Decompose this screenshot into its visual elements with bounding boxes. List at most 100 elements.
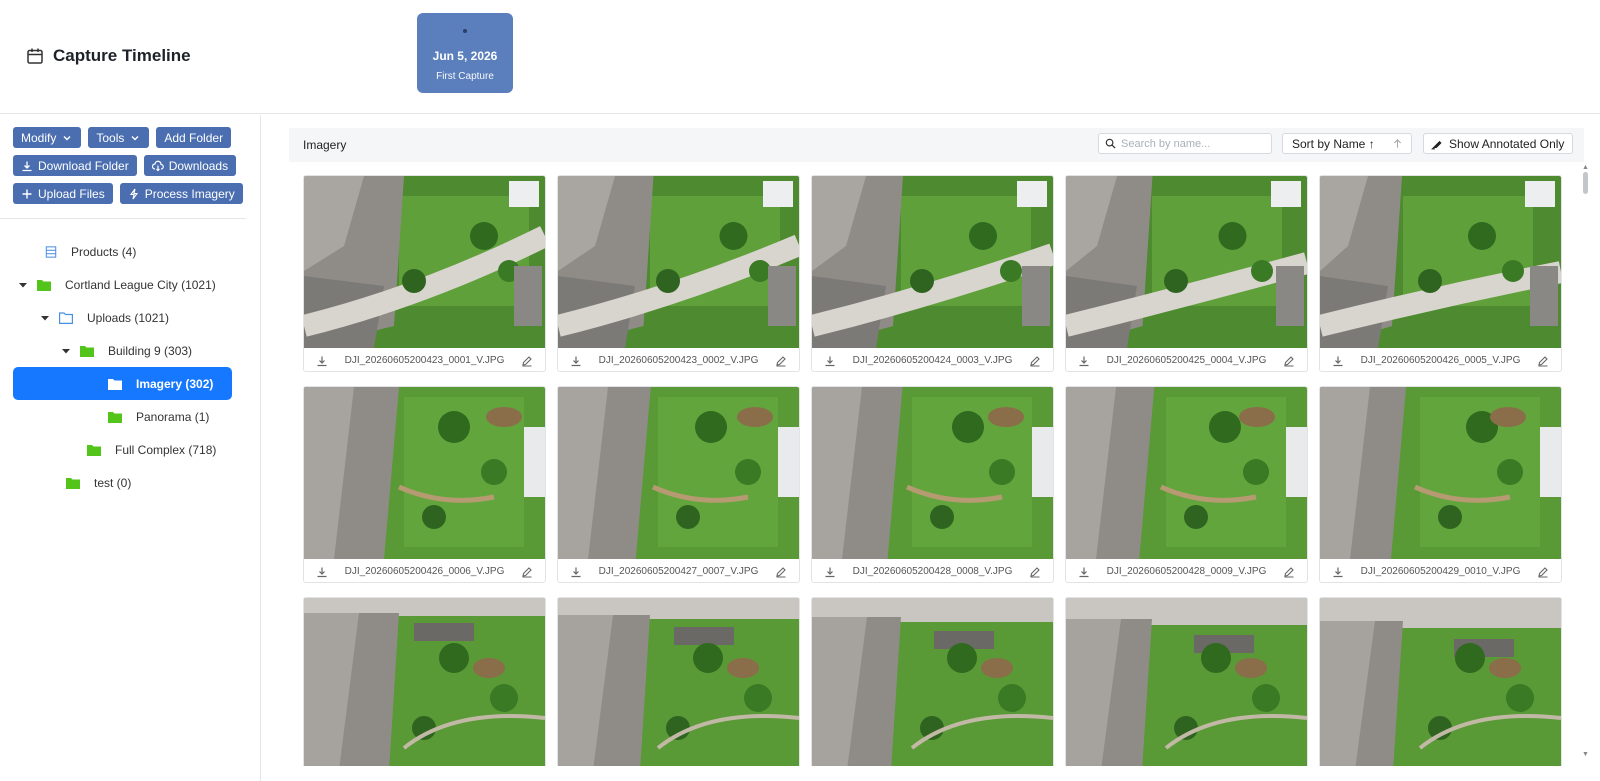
download-icon[interactable]	[570, 355, 582, 367]
tree-item-test[interactable]: test (0)	[66, 466, 131, 499]
toolbar-row-3: Upload Files Process Imagery	[13, 183, 243, 204]
image-thumbnail[interactable]	[812, 598, 1053, 766]
image-thumbnail[interactable]	[304, 387, 545, 559]
tree-item-products[interactable]: Products (4)	[45, 235, 136, 268]
caret-down-icon[interactable]	[18, 280, 28, 290]
tools-button[interactable]: Tools	[88, 127, 150, 148]
download-icon[interactable]	[316, 566, 328, 578]
lightning-icon	[129, 188, 138, 199]
edit-icon[interactable]	[1537, 355, 1549, 367]
image-thumbnail[interactable]	[1320, 176, 1561, 348]
image-card[interactable]	[1065, 597, 1308, 766]
download-folder-button[interactable]: Download Folder	[13, 155, 137, 176]
download-icon[interactable]	[316, 355, 328, 367]
tree-item-uploads[interactable]: Uploads (1021)	[40, 301, 169, 334]
image-thumbnail[interactable]	[1066, 387, 1307, 559]
image-card[interactable]: DJI_20260605200427_0007_V.JPG	[557, 386, 800, 583]
add-folder-button[interactable]: Add Folder	[156, 127, 232, 148]
image-card[interactable]: DJI_20260605200425_0004_V.JPG	[1065, 175, 1308, 372]
image-thumbnail[interactable]	[558, 176, 799, 348]
image-thumbnail[interactable]	[304, 176, 545, 348]
image-thumbnail[interactable]	[304, 598, 545, 766]
edit-icon[interactable]	[1283, 355, 1295, 367]
image-card[interactable]: DJI_20260605200423_0001_V.JPG	[303, 175, 546, 372]
tree-item-full-complex[interactable]: Full Complex (718)	[87, 433, 216, 466]
edit-icon[interactable]	[1029, 566, 1041, 578]
downloads-button[interactable]: Downloads	[143, 155, 237, 176]
list-icon	[45, 245, 57, 258]
image-thumbnail[interactable]	[558, 387, 799, 559]
image-filename: DJI_20260605200429_0010_V.JPG	[1360, 566, 1521, 577]
image-card[interactable]	[811, 597, 1054, 766]
folder-icon	[87, 444, 101, 456]
tree-label: Building 9 (303)	[108, 343, 193, 358]
scrollbar-thumb[interactable]	[1583, 172, 1588, 194]
folder-icon	[80, 345, 94, 357]
image-card[interactable]: DJI_20260605200423_0002_V.JPG	[557, 175, 800, 372]
edit-icon[interactable]	[1537, 566, 1549, 578]
image-card[interactable]	[1319, 597, 1562, 766]
tree-item-cortland-league-city[interactable]: Cortland League City (1021)	[18, 268, 216, 301]
arrow-up-icon[interactable]	[1392, 138, 1403, 149]
search-input[interactable]	[1121, 137, 1261, 150]
image-card[interactable]: DJI_20260605200428_0009_V.JPG	[1065, 386, 1308, 583]
image-thumbnail[interactable]	[1066, 176, 1307, 348]
caret-down-icon[interactable]	[61, 346, 71, 356]
downloads-label: Downloads	[168, 158, 229, 173]
header: Capture Timeline Jun 5, 2026 First Captu…	[0, 0, 1600, 114]
download-icon[interactable]	[1078, 566, 1090, 578]
download-icon[interactable]	[1078, 355, 1090, 367]
timeline-title: Capture Timeline	[26, 46, 191, 66]
download-icon[interactable]	[1332, 566, 1344, 578]
main-panel: Imagery Sort by Name ↑ Show Annotated On…	[262, 115, 1600, 781]
download-icon[interactable]	[1332, 355, 1344, 367]
page-title: Capture Timeline	[53, 46, 191, 65]
tree-item-panorama[interactable]: Panorama (1)	[108, 400, 209, 433]
search-box[interactable]	[1098, 133, 1272, 154]
image-card[interactable]: DJI_20260605200426_0006_V.JPG	[303, 386, 546, 583]
image-card[interactable]	[303, 597, 546, 766]
image-card[interactable]: DJI_20260605200424_0003_V.JPG	[811, 175, 1054, 372]
caret-down-icon[interactable]	[40, 313, 50, 323]
image-thumbnail[interactable]	[1066, 598, 1307, 766]
download-icon[interactable]	[824, 355, 836, 367]
edit-icon[interactable]	[521, 566, 533, 578]
upload-files-button[interactable]: Upload Files	[13, 183, 113, 204]
image-card[interactable]	[557, 597, 800, 766]
download-icon[interactable]	[570, 566, 582, 578]
edit-icon[interactable]	[1029, 355, 1041, 367]
image-thumbnail[interactable]	[558, 598, 799, 766]
tree-label: Panorama (1)	[136, 409, 210, 424]
image-thumbnail[interactable]	[812, 176, 1053, 348]
folder-title: Imagery	[303, 138, 347, 152]
sort-select[interactable]: Sort by Name ↑	[1282, 133, 1412, 154]
edit-icon[interactable]	[1283, 566, 1295, 578]
edit-icon[interactable]	[521, 355, 533, 367]
edit-icon[interactable]	[775, 566, 787, 578]
capture-date-card[interactable]: Jun 5, 2026 First Capture	[417, 13, 513, 93]
image-card[interactable]: DJI_20260605200428_0008_V.JPG	[811, 386, 1054, 583]
modify-button[interactable]: Modify	[13, 127, 82, 148]
image-thumbnail[interactable]	[1320, 598, 1561, 766]
image-card[interactable]: DJI_20260605200429_0010_V.JPG	[1319, 386, 1562, 583]
edit-icon[interactable]	[775, 355, 787, 367]
scroll-down-icon[interactable]: ▼	[1582, 751, 1589, 758]
download-icon[interactable]	[824, 566, 836, 578]
image-filename: DJI_20260605200426_0006_V.JPG	[344, 566, 505, 577]
image-thumbnail[interactable]	[1320, 387, 1561, 559]
image-filename: DJI_20260605200427_0007_V.JPG	[598, 566, 759, 577]
process-imagery-button[interactable]: Process Imagery	[119, 183, 243, 204]
folder-icon	[37, 279, 51, 291]
show-annotated-toggle[interactable]: Show Annotated Only	[1423, 133, 1573, 154]
scroll-up-icon[interactable]: ▲	[1582, 164, 1589, 171]
image-thumbnail[interactable]	[812, 387, 1053, 559]
scrollbar[interactable]: ▲ ▼	[1580, 164, 1590, 764]
tree-item-building-9[interactable]: Building 9 (303)	[61, 334, 192, 367]
tree-label: test (0)	[94, 475, 132, 490]
download-folder-label: Download Folder	[38, 158, 129, 173]
image-card-footer: DJI_20260605200425_0004_V.JPG	[1066, 349, 1307, 371]
image-card[interactable]: DJI_20260605200426_0005_V.JPG	[1319, 175, 1562, 372]
process-imagery-label: Process Imagery	[144, 186, 235, 201]
tree-item-imagery[interactable]: Imagery (302)	[13, 367, 232, 400]
image-filename: DJI_20260605200425_0004_V.JPG	[1106, 355, 1267, 366]
